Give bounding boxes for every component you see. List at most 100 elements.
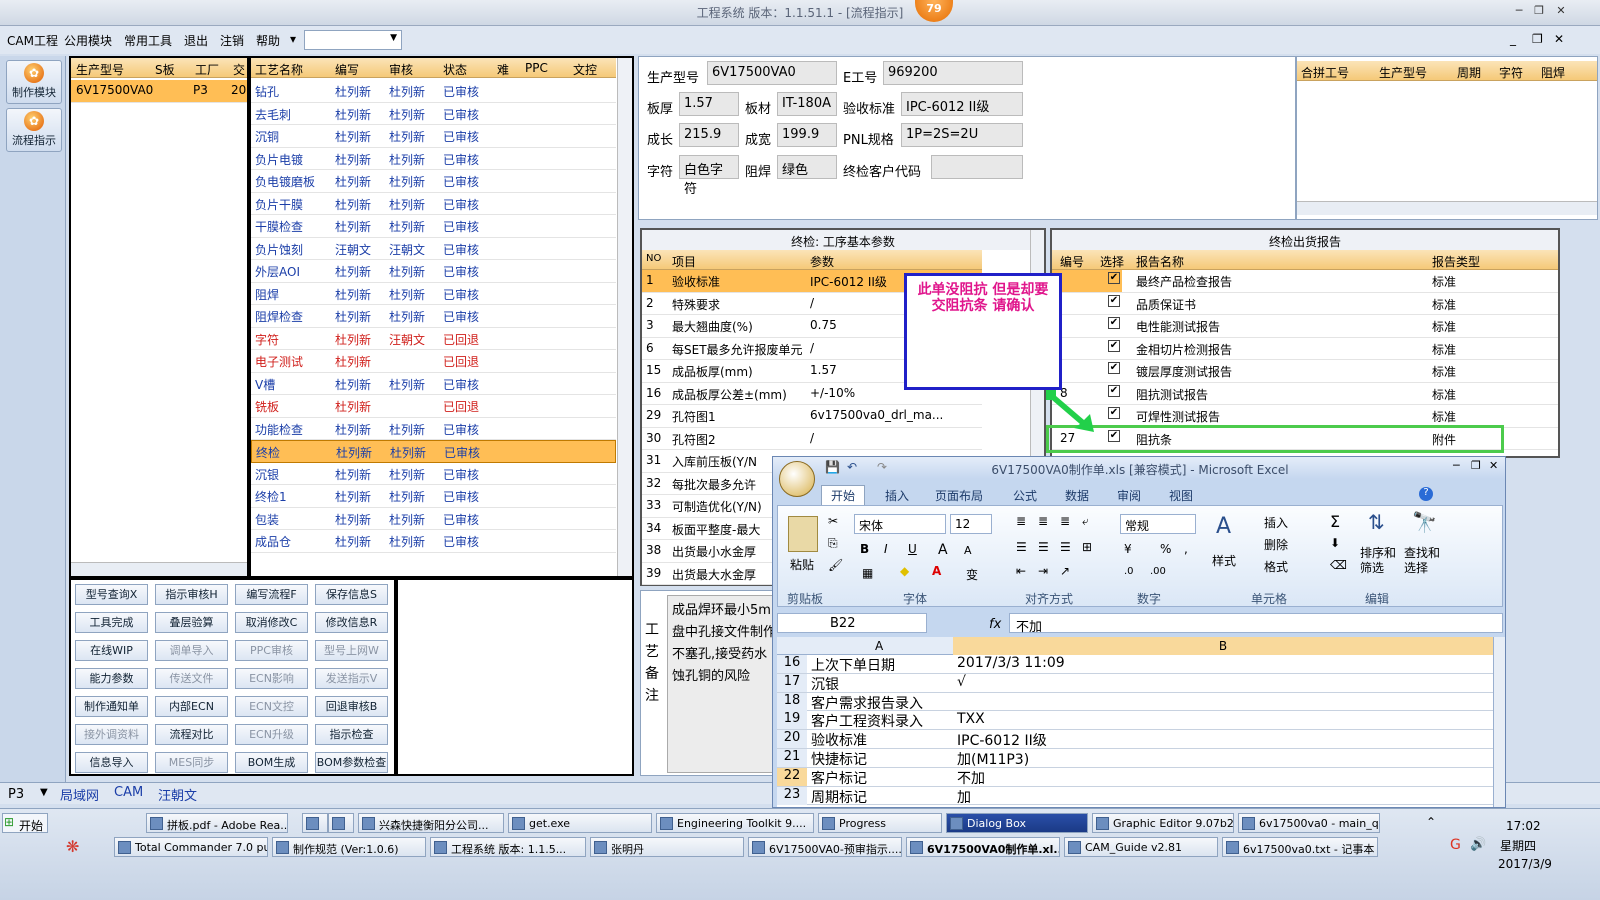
quicklaunch-icon[interactable]: ❋ xyxy=(66,837,79,856)
menu-help[interactable]: 帮助 xyxy=(256,32,280,49)
taskbar-item[interactable]: 6V17500VA0-预审指示.... xyxy=(748,837,902,857)
tray-app-icon[interactable]: G xyxy=(1450,837,1461,853)
sheet-row[interactable]: 18 客户需求报告录入 xyxy=(777,692,1493,712)
italic-icon[interactable]: I xyxy=(884,542,888,556)
action-button[interactable]: 调单导入 xyxy=(155,640,228,661)
table-row[interactable]: V槽 杜列新 杜列新 已审核 xyxy=(251,373,616,395)
mask-field[interactable]: 绿色 xyxy=(777,155,837,179)
action-button[interactable]: 指示审核H xyxy=(155,584,228,605)
insert-cells-button[interactable]: 插入 xyxy=(1264,514,1288,531)
table-row[interactable]: ✔ 金相切片检测报告 标准 xyxy=(1052,338,1558,360)
process-col-difficulty[interactable]: 难 xyxy=(497,61,509,78)
taskbar-item[interactable]: 兴森快捷衡阳分公司... xyxy=(358,813,504,833)
process-col-name[interactable]: 工艺名称 xyxy=(255,61,303,78)
sort-filter-icon[interactable]: ⇅ xyxy=(1368,510,1385,534)
ribbon-tab-home[interactable]: 开始 xyxy=(831,487,855,504)
increase-decimal-icon[interactable]: .0 xyxy=(1124,566,1134,577)
menu-exit[interactable]: 退出 xyxy=(184,32,208,49)
cell-a[interactable]: 周期标记 xyxy=(811,787,867,807)
action-button[interactable]: 修改信息R xyxy=(315,612,388,633)
action-button[interactable]: 发送指示V xyxy=(315,668,388,689)
reports-col-no[interactable]: 编号 xyxy=(1060,253,1084,270)
table-row[interactable]: ✔ 镀层厚度测试报告 标准 xyxy=(1052,360,1558,383)
action-button[interactable]: 型号上网W xyxy=(315,640,388,661)
width-field[interactable]: 199.9 xyxy=(777,123,837,147)
comma-icon[interactable]: , xyxy=(1184,542,1188,556)
params-col-item[interactable]: 项目 xyxy=(672,253,696,270)
action-button[interactable]: 叠层验算 xyxy=(155,612,228,633)
sheet-vscrollbar[interactable] xyxy=(1493,637,1505,807)
process-col-status[interactable]: 状态 xyxy=(443,61,467,78)
action-button[interactable]: 指示检查 xyxy=(315,724,388,745)
table-row[interactable]: 29 孔符图1 6v17500va0_drl_ma... xyxy=(642,405,982,428)
action-button[interactable]: MES同步 xyxy=(155,752,228,773)
table-row[interactable]: 负片干膜 杜列新 杜列新 已审核 xyxy=(251,193,616,215)
fill-color-icon[interactable]: ◆ xyxy=(900,564,909,578)
table-row[interactable]: 8 ✔ 阻抗测试报告 标准 xyxy=(1052,383,1558,405)
table-row[interactable]: 6V17500VA0 P3 20 xyxy=(71,80,247,103)
decrease-decimal-icon[interactable]: .00 xyxy=(1150,566,1166,577)
params-col-no[interactable]: NO xyxy=(646,253,661,264)
table-row[interactable]: 终检 杜列新 杜列新 已审核 xyxy=(251,440,616,463)
taskbar-item[interactable] xyxy=(302,813,328,833)
cell-b[interactable]: IPC-6012 II级 xyxy=(957,730,1047,750)
status-tab-cam[interactable]: CAM xyxy=(114,785,143,800)
status-tab-user[interactable]: 汪朝文 xyxy=(158,785,197,804)
minimize-icon[interactable]: ─ xyxy=(1510,4,1528,20)
indent-decrease-icon[interactable]: ⇤ xyxy=(1016,564,1026,578)
action-button[interactable]: 流程对比 xyxy=(155,724,228,745)
cell-b[interactable]: √ xyxy=(957,674,966,690)
action-button[interactable]: 传送文件 xyxy=(155,668,228,689)
taskbar-item[interactable]: Total Commander 7.0 pu... xyxy=(114,837,268,857)
phonetic-icon[interactable]: 变 xyxy=(966,566,978,583)
excel-close-icon[interactable]: ✕ xyxy=(1489,459,1498,472)
align-center-icon[interactable]: ☰ xyxy=(1038,540,1049,554)
sheet-row[interactable]: 17 沉银 √ xyxy=(777,673,1493,694)
font-color-icon[interactable]: A xyxy=(932,564,941,578)
make-module-button[interactable]: ✿ 制作模块 xyxy=(6,60,62,104)
excel-minimize-icon[interactable]: ─ xyxy=(1453,459,1460,472)
table-row[interactable]: 外层AOI 杜列新 杜列新 已审核 xyxy=(251,260,616,283)
combine-col-job[interactable]: 合拼工号 xyxy=(1301,64,1349,81)
action-button[interactable]: 工具完成 xyxy=(75,612,148,633)
sheet-row[interactable]: 22 客户标记 不加 xyxy=(777,767,1493,788)
status-tab-lan[interactable]: 局域网 xyxy=(60,785,99,804)
action-button[interactable]: ECN升级 xyxy=(235,724,308,745)
model-field[interactable]: 6V17500VA0 xyxy=(707,61,837,85)
mdi-close-icon[interactable]: ✕ xyxy=(1554,32,1564,46)
action-button[interactable]: 取消修改C xyxy=(235,612,308,633)
table-row[interactable]: 负电镀磨板 杜列新 杜列新 已审核 xyxy=(251,170,616,193)
table-row[interactable]: 去毛刺 杜列新 杜列新 已审核 xyxy=(251,103,616,125)
align-left-icon[interactable]: ☰ xyxy=(1016,540,1027,554)
action-button[interactable]: 保存信息S xyxy=(315,584,388,605)
taskbar-item[interactable]: Dialog Box xyxy=(946,813,1088,833)
process-col-ppc[interactable]: PPC xyxy=(525,61,548,75)
process-col-reviewer[interactable]: 审核 xyxy=(389,61,413,78)
process-col-writer[interactable]: 编写 xyxy=(335,61,359,78)
align-right-icon[interactable]: ☰ xyxy=(1060,540,1071,554)
flow-button[interactable]: ✿ 流程指示 xyxy=(6,108,62,152)
align-top-icon[interactable]: ≣ xyxy=(1016,514,1026,528)
grow-font-icon[interactable]: A xyxy=(938,542,948,558)
cell-a[interactable]: 沉银 xyxy=(811,674,839,694)
e-field[interactable]: 969200 xyxy=(883,61,1023,85)
table-row[interactable]: 阻焊 杜列新 杜列新 已审核 xyxy=(251,283,616,305)
number-format-select[interactable]: 常规 xyxy=(1120,514,1196,534)
wrap-text-icon[interactable]: ⤶ xyxy=(1082,514,1089,529)
table-row[interactable]: 负片电镀 杜列新 杜列新 已审核 xyxy=(251,148,616,170)
ribbon-tab-view[interactable]: 视图 xyxy=(1169,487,1193,504)
cell-b[interactable]: 不加 xyxy=(957,768,985,788)
shrink-font-icon[interactable]: A xyxy=(964,544,972,557)
format-painter-icon[interactable]: 🖌 xyxy=(828,558,843,572)
menu-combo[interactable]: ▼ xyxy=(304,30,402,50)
col-a-header[interactable]: A xyxy=(875,639,883,653)
name-box[interactable]: B22 xyxy=(777,613,927,633)
taskbar-item[interactable]: Engineering Toolkit 9.... xyxy=(656,813,814,833)
merge-icon[interactable]: ⊞ xyxy=(1082,540,1092,554)
cell-b[interactable]: 加(M11P3) xyxy=(957,749,1029,769)
table-row[interactable]: ✔ 最终产品检查报告 标准 xyxy=(1052,270,1558,293)
action-button[interactable]: ECN文控 xyxy=(235,696,308,717)
align-middle-icon[interactable]: ≣ xyxy=(1038,514,1048,528)
taskbar-item[interactable]: 6V17500VA0制作单.xl... xyxy=(906,837,1060,857)
material-field[interactable]: IT-180A xyxy=(777,92,837,116)
